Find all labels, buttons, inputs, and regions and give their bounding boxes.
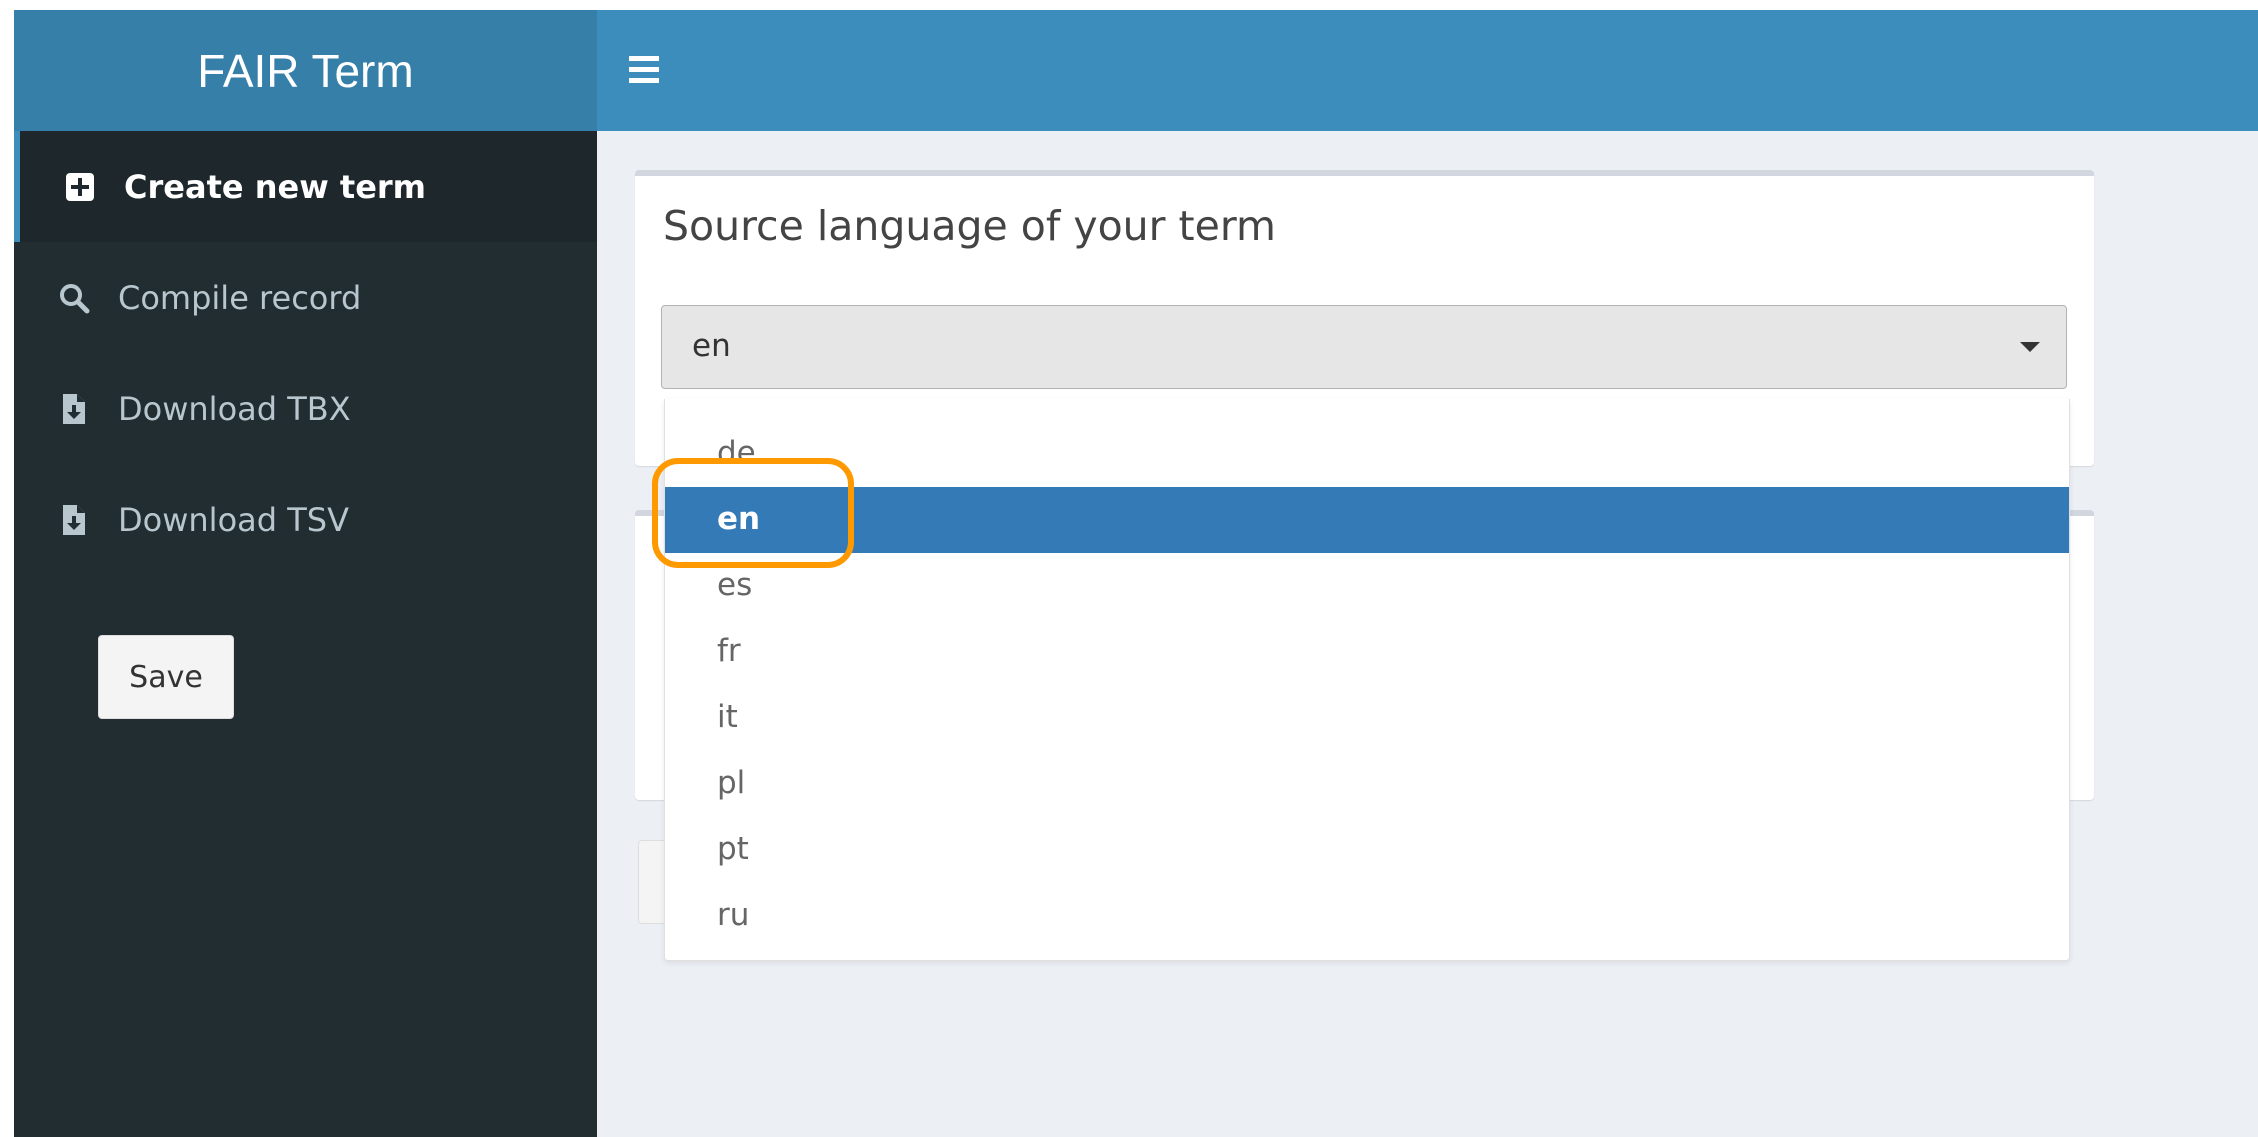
top-navbar bbox=[597, 10, 2258, 131]
search-icon bbox=[58, 280, 90, 316]
chevron-down-icon bbox=[2020, 342, 2040, 352]
sidebar: Create new term Compile record Download … bbox=[14, 131, 597, 1137]
language-dropdown-menu: de en es fr it pl pt ru bbox=[664, 399, 2070, 961]
sidebar-item-label: Download TBX bbox=[118, 389, 351, 428]
sidebar-item-label: Create new term bbox=[124, 167, 427, 206]
sidebar-item-create-new-term[interactable]: Create new term bbox=[14, 131, 597, 242]
option-es[interactable]: es bbox=[665, 553, 2069, 619]
option-de[interactable]: de bbox=[665, 421, 2069, 487]
sidebar-item-label: Download TSV bbox=[118, 500, 349, 539]
sidebar-item-download-tsv[interactable]: Download TSV bbox=[14, 464, 597, 575]
hamburger-icon[interactable] bbox=[629, 56, 659, 84]
plus-square-icon bbox=[64, 169, 96, 205]
source-language-select[interactable]: en bbox=[661, 305, 2067, 389]
option-ru[interactable]: ru bbox=[665, 883, 2069, 949]
option-it[interactable]: it bbox=[665, 685, 2069, 751]
option-fr[interactable]: fr bbox=[665, 619, 2069, 685]
sidebar-item-compile-record[interactable]: Compile record bbox=[14, 242, 597, 353]
app-logo[interactable]: FAIR Term bbox=[14, 10, 597, 131]
option-pt[interactable]: pt bbox=[665, 817, 2069, 883]
source-language-title: Source language of your term bbox=[663, 202, 1276, 250]
file-download-icon bbox=[58, 391, 90, 427]
sidebar-item-label: Compile record bbox=[118, 278, 362, 317]
save-button[interactable]: Save bbox=[98, 635, 234, 719]
sidebar-item-download-tbx[interactable]: Download TBX bbox=[14, 353, 597, 464]
app-title: FAIR Term bbox=[197, 44, 414, 97]
select-current-value: en bbox=[692, 328, 731, 364]
app-window: FAIR Term Create new term Compile record… bbox=[14, 10, 2258, 1137]
file-download-icon bbox=[58, 502, 90, 538]
option-en[interactable]: en bbox=[665, 487, 2069, 553]
option-pl[interactable]: pl bbox=[665, 751, 2069, 817]
